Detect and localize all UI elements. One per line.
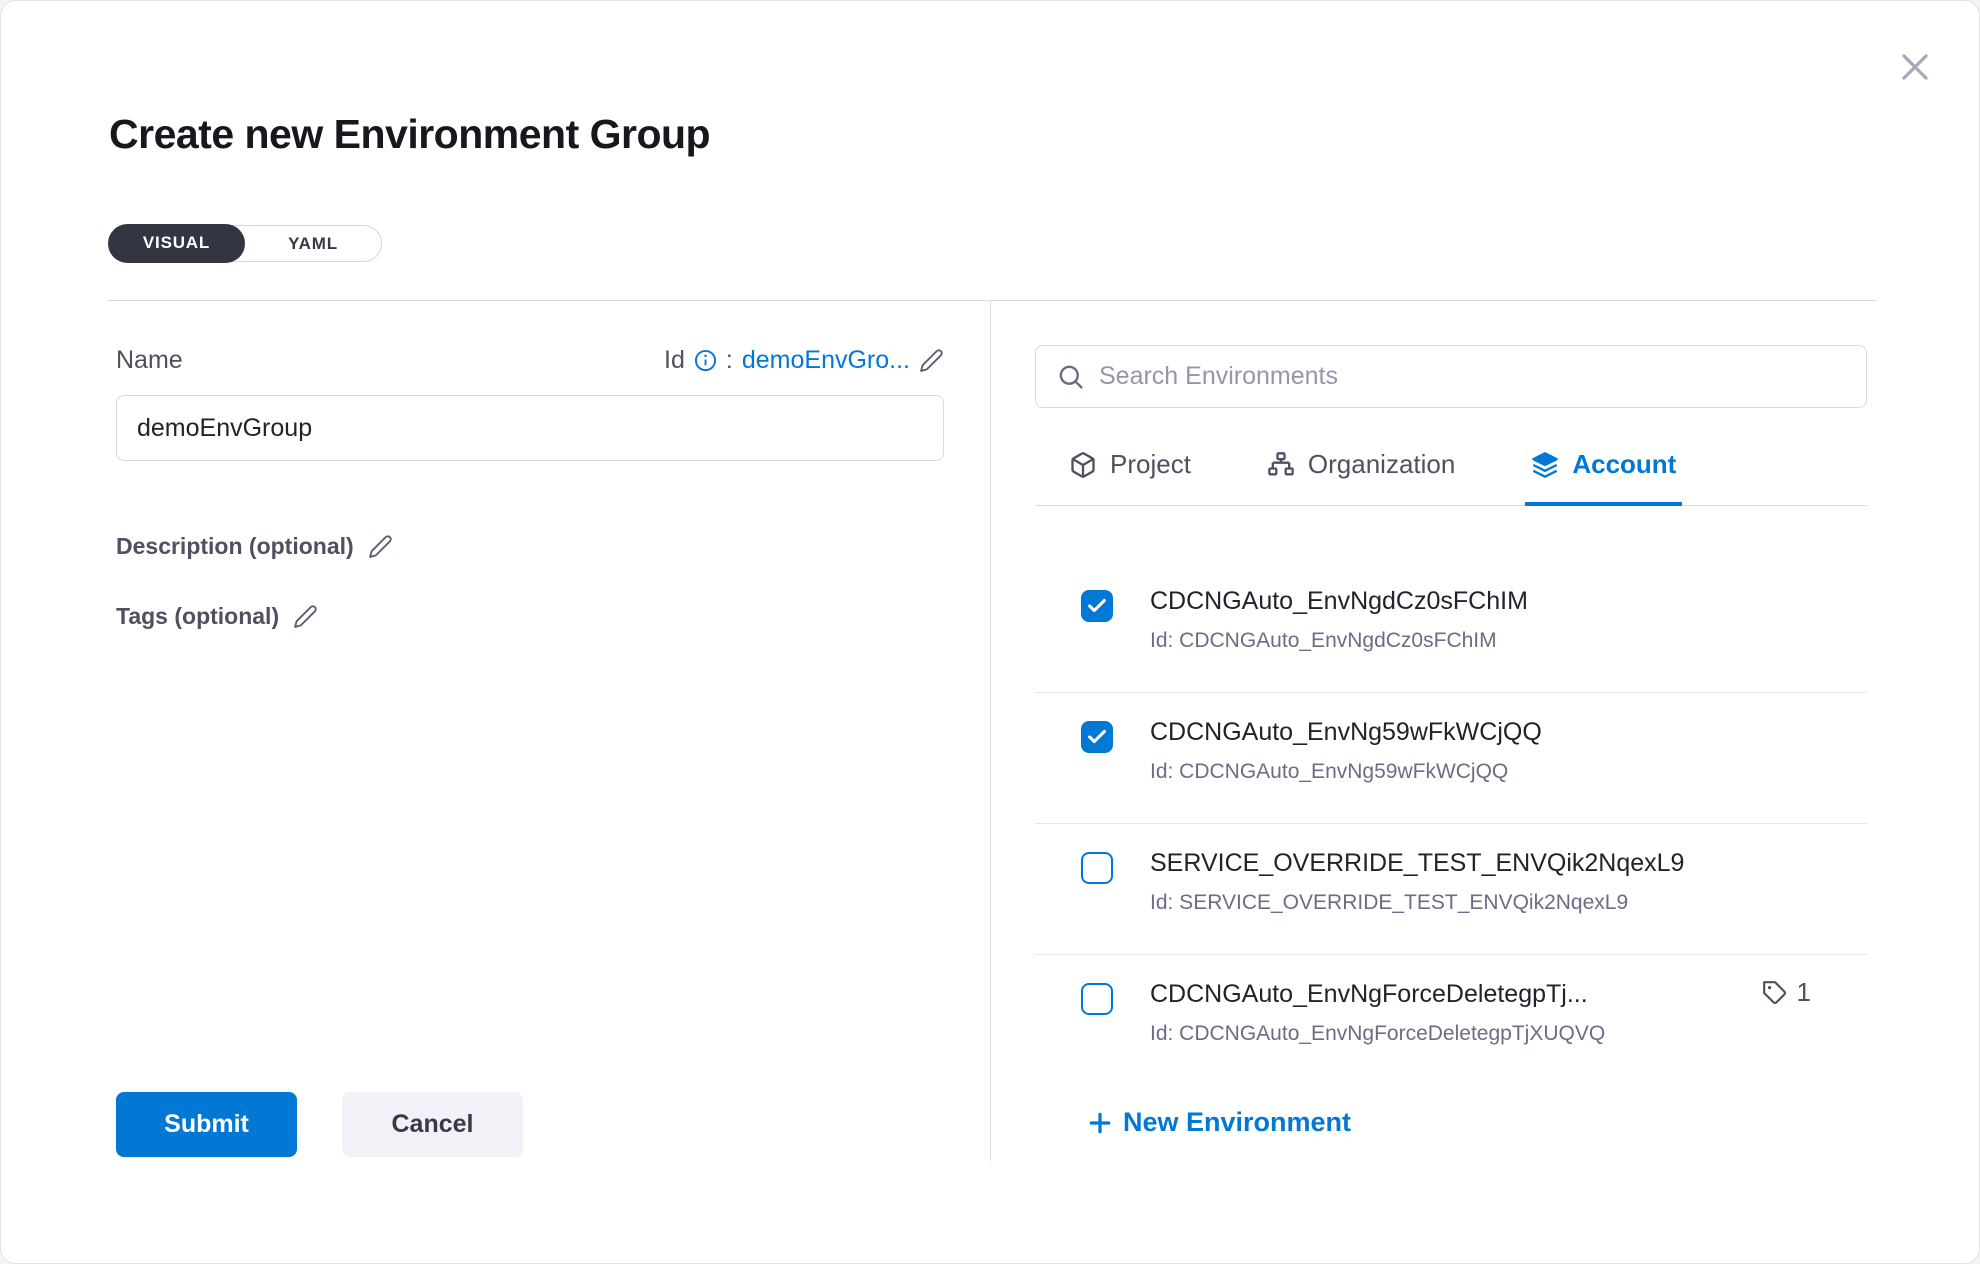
tab-organization-label: Organization (1308, 449, 1455, 480)
search-box (1035, 345, 1867, 408)
vertical-divider (990, 301, 991, 1161)
environment-name: SERVICE_OVERRIDE_TEST_ENVQik2NqexL9 (1150, 849, 1684, 878)
search-icon (1056, 362, 1085, 391)
environment-row[interactable]: CDCNGAuto_EnvNgForceDeletegpTj... Id: CD… (1035, 955, 1867, 1045)
environment-row[interactable]: CDCNGAuto_EnvNgdCz0sFChIM Id: CDCNGAuto_… (1035, 513, 1867, 693)
toggle-visual[interactable]: VISUAL (108, 224, 245, 263)
id-label: Id (664, 346, 685, 375)
tag-badge: 1 (1762, 977, 1811, 1008)
environment-checkbox[interactable] (1081, 983, 1113, 1015)
tags-field: Tags (optional) (116, 603, 318, 630)
environment-scope-tabs: Project Organization Account (1035, 435, 1867, 506)
environment-row[interactable]: SERVICE_OVERRIDE_TEST_ENVQik2NqexL9 Id: … (1035, 824, 1867, 955)
environment-texts: CDCNGAuto_EnvNgdCz0sFChIM Id: CDCNGAuto_… (1150, 587, 1528, 653)
environment-texts: CDCNGAuto_EnvNgForceDeletegpTj... Id: CD… (1150, 980, 1605, 1045)
environment-name: CDCNGAuto_EnvNgForceDeletegpTj... (1150, 980, 1605, 1009)
name-input[interactable] (116, 395, 944, 461)
tab-project[interactable]: Project (1063, 435, 1197, 506)
tab-organization[interactable]: Organization (1261, 435, 1461, 506)
tags-label: Tags (optional) (116, 603, 279, 630)
toggle-yaml[interactable]: YAML (245, 226, 381, 261)
tab-account-label: Account (1572, 449, 1676, 480)
edit-description-icon[interactable] (368, 534, 393, 559)
environment-id: Id: CDCNGAuto_EnvNgForceDeletegpTjXUQVQ (1150, 1022, 1605, 1045)
environment-name: CDCNGAuto_EnvNgdCz0sFChIM (1150, 587, 1528, 616)
layers-icon (1531, 451, 1559, 479)
submit-button[interactable]: Submit (116, 1092, 297, 1157)
new-environment-button[interactable]: New Environment (1087, 1107, 1351, 1138)
tag-count: 1 (1797, 977, 1811, 1008)
check-icon (1086, 726, 1108, 748)
environment-id: Id: CDCNGAuto_EnvNgdCz0sFChIM (1150, 629, 1528, 653)
close-icon (1896, 48, 1934, 86)
tab-account[interactable]: Account (1525, 435, 1682, 506)
cancel-button[interactable]: Cancel (342, 1092, 523, 1157)
edit-id-icon[interactable] (919, 348, 944, 373)
plus-icon (1087, 1110, 1113, 1136)
cube-icon (1069, 451, 1097, 479)
check-icon (1086, 595, 1108, 617)
id-value-link[interactable]: demoEnvGro... (742, 346, 910, 375)
new-environment-label: New Environment (1123, 1107, 1351, 1138)
search-environments-input[interactable] (1099, 346, 1866, 407)
environment-row[interactable]: CDCNGAuto_EnvNg59wFkWCjQQ Id: CDCNGAuto_… (1035, 693, 1867, 824)
environment-texts: SERVICE_OVERRIDE_TEST_ENVQik2NqexL9 Id: … (1150, 849, 1684, 915)
page-title: Create new Environment Group (109, 111, 710, 158)
environment-id: Id: SERVICE_OVERRIDE_TEST_ENVQik2NqexL9 (1150, 891, 1684, 915)
tag-icon (1762, 980, 1788, 1006)
close-button[interactable] (1893, 45, 1937, 89)
environment-checkbox[interactable] (1081, 852, 1113, 884)
hierarchy-icon (1267, 451, 1295, 479)
environment-checkbox[interactable] (1081, 590, 1113, 622)
environment-checkbox[interactable] (1081, 721, 1113, 753)
environment-id: Id: CDCNGAuto_EnvNg59wFkWCjQQ (1150, 760, 1542, 784)
description-label: Description (optional) (116, 533, 354, 560)
description-field: Description (optional) (116, 533, 393, 560)
edit-tags-icon[interactable] (293, 604, 318, 629)
id-row: Id : demoEnvGro... (116, 346, 944, 375)
info-icon[interactable] (694, 349, 717, 372)
environment-name: CDCNGAuto_EnvNg59wFkWCjQQ (1150, 718, 1542, 747)
tab-project-label: Project (1110, 449, 1191, 480)
create-environment-group-modal: Create new Environment Group VISUAL YAML… (0, 0, 1980, 1264)
environment-texts: CDCNGAuto_EnvNg59wFkWCjQQ Id: CDCNGAuto_… (1150, 718, 1542, 784)
visual-yaml-toggle: VISUAL YAML (108, 225, 382, 262)
environments-pane: Project Organization Account (1035, 1, 1867, 1264)
environment-list: CDCNGAuto_EnvNgdCz0sFChIM Id: CDCNGAuto_… (1035, 513, 1867, 1045)
id-colon: : (726, 346, 733, 375)
